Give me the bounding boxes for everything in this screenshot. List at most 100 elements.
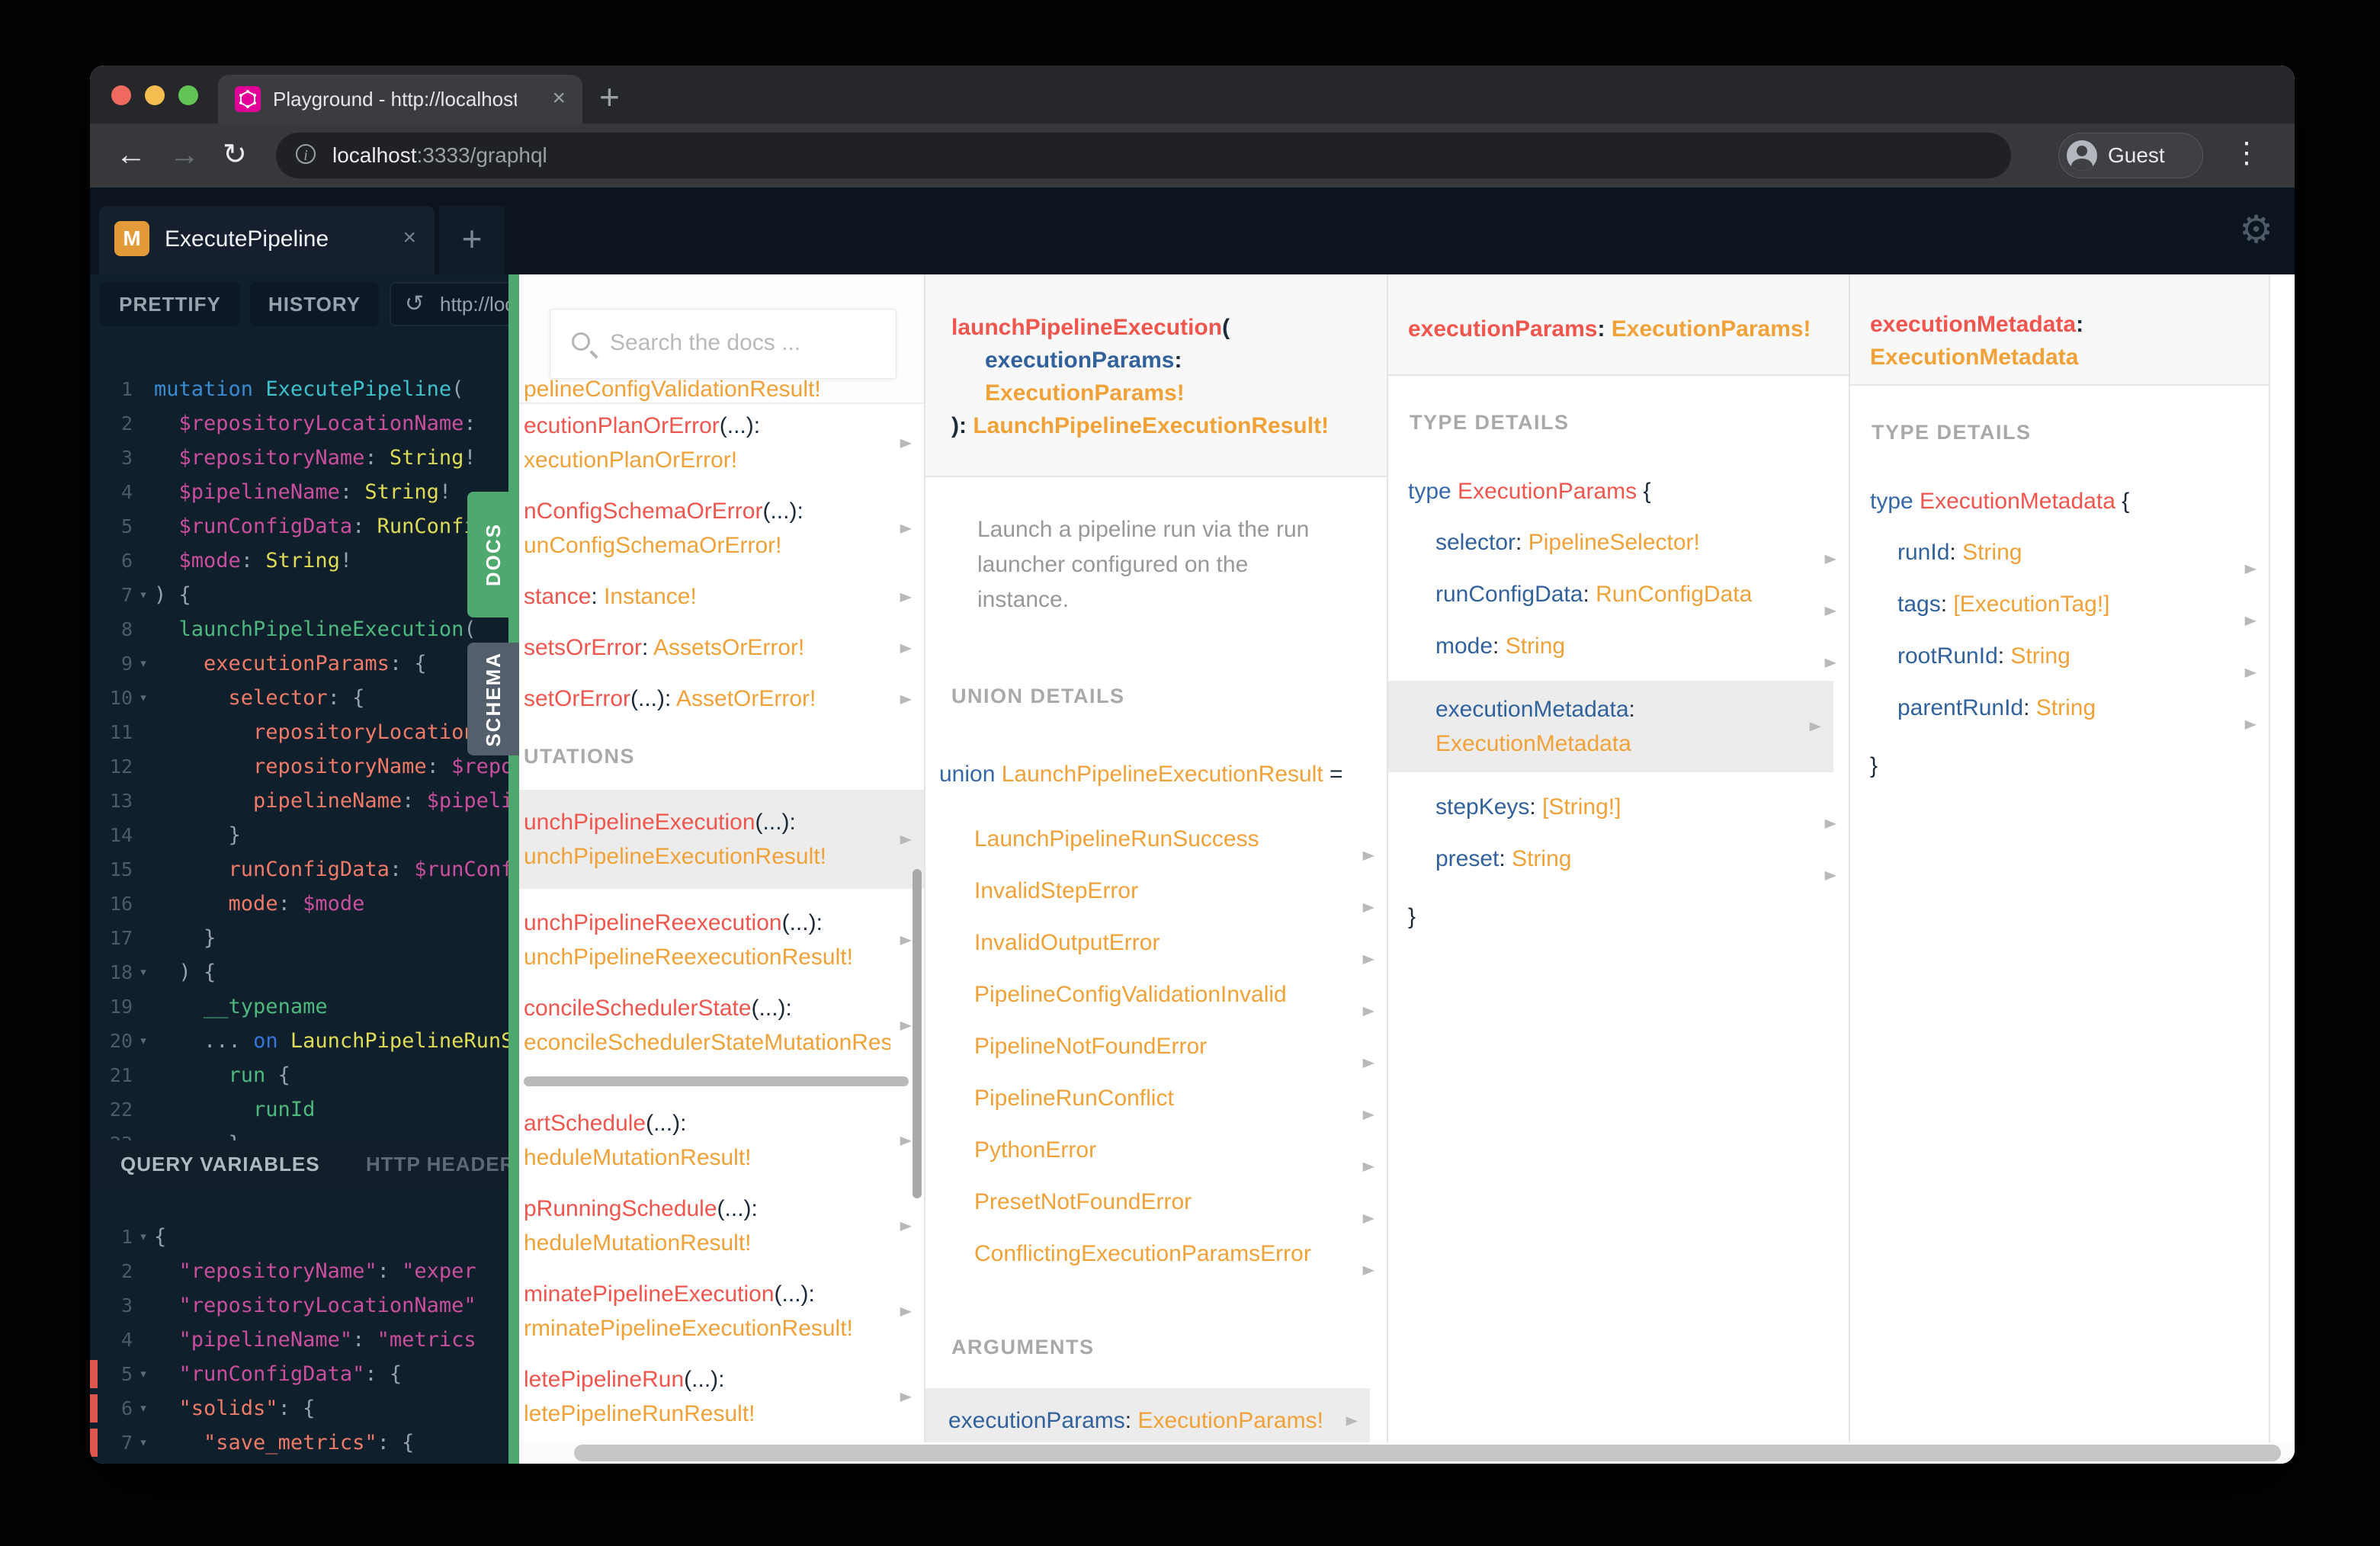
doc-item[interactable]: nConfigSchemaOrError(...): unConfigSchema… (524, 494, 924, 563)
fold-caret-icon[interactable]: ▾ (133, 681, 154, 715)
playground-tab-title: ExecutePipeline (165, 226, 329, 252)
doc-item[interactable]: concileSchedulerState(...): econcileSched… (524, 991, 924, 1060)
prettify-button[interactable]: PRETTIFY (100, 282, 240, 326)
union-member[interactable]: LaunchPipelineRunSuccess ▶ (925, 822, 1387, 874)
playground-tab-close-icon[interactable]: × (403, 225, 416, 251)
back-button[interactable]: ← (116, 137, 146, 172)
doc-item[interactable]: minatePipelineExecution(...): rminatePipe… (524, 1277, 924, 1346)
search-icon (572, 332, 590, 351)
profile-button[interactable]: Guest (2058, 133, 2203, 178)
type-field[interactable]: mode: String ▶ (1388, 629, 1849, 681)
doc-item-partial[interactable]: pelineConfigValidationResult! (524, 372, 821, 406)
browser-menu-icon[interactable]: ⋮ (2232, 136, 2261, 170)
editor-line: 7 ▾ "save_metrics": { (90, 1426, 508, 1460)
doc-item[interactable]: unchPipelineReexecution(...): unchPipelin… (524, 906, 924, 974)
doc-item[interactable]: setOrError(...): AssetOrError! ▶ (524, 682, 924, 716)
doc-item[interactable]: ecutionPlanOrError(...): xecutionPlanOrEr… (524, 409, 924, 477)
chevron-right-icon: ▶ (2244, 717, 2257, 731)
type-field[interactable]: stepKeys: [String!] ▶ (1388, 790, 1849, 842)
fold-caret-icon[interactable]: ▾ (133, 578, 154, 612)
minimize-window-button[interactable] (145, 85, 165, 105)
type-field[interactable]: runId: String ▶ (1850, 535, 2269, 587)
editor-line: 3 "repositoryLocationName" (90, 1288, 508, 1323)
union-member[interactable]: PipelineNotFoundError ▶ (925, 1029, 1387, 1081)
tab-http-headers[interactable]: HTTP HEADERS (366, 1153, 508, 1176)
endpoint-input[interactable]: ↺ http://loc (390, 282, 508, 326)
type-field[interactable]: tags: [ExecutionTag!] ▶ (1850, 587, 2269, 639)
address-bar[interactable]: i localhost:3333/graphql (276, 133, 2011, 178)
doc-item[interactable]: letePipelineRun(...): letePipelineRunResu… (524, 1362, 924, 1431)
editor-line: 9 ▾ executionParams: { (90, 646, 508, 681)
fold-caret-icon[interactable]: ▾ (133, 1024, 154, 1058)
editor-line: 15 runConfigData: $runConfigData (90, 852, 508, 887)
query-variables-editor[interactable]: 1 ▾{2 "repositoryName": "exper 3 "reposito… (90, 1220, 508, 1460)
type-field[interactable]: parentRunId: String ▶ (1850, 691, 2269, 743)
editor-line: 2 "repositoryName": "exper (90, 1254, 508, 1288)
doc-item[interactable]: pRunningSchedule(...): heduleMutationResu… (524, 1192, 924, 1260)
maximize-window-button[interactable] (178, 85, 198, 105)
close-window-button[interactable] (111, 85, 131, 105)
vertical-scrollbar[interactable] (913, 869, 922, 1198)
union-member-list: LaunchPipelineRunSuccess ▶ InvalidStepErro… (925, 822, 1387, 1288)
closing-brace: } (1408, 904, 1416, 929)
editor-line: 2 $repositoryLocationName: (90, 406, 508, 441)
type-field[interactable]: selector: PipelineSelector! ▶ (1388, 525, 1849, 577)
code-text: "repositoryName": "exper (178, 1259, 476, 1283)
code-text: ) { (154, 583, 191, 607)
browser-tab[interactable]: Playground - http://localhost:3 × (218, 75, 582, 123)
fold-caret-icon[interactable]: ▾ (133, 646, 154, 681)
union-member[interactable]: PipelineConfigValidationInvalid ▶ (925, 977, 1387, 1029)
error-marker-icon (90, 1394, 98, 1423)
history-button[interactable]: HISTORY (250, 282, 379, 326)
playground-header: M ExecutePipeline × + ⚙ (90, 188, 2295, 274)
site-info-icon[interactable]: i (296, 144, 316, 164)
union-member[interactable]: PresetNotFoundError ▶ (925, 1185, 1387, 1236)
chevron-right-icon: ▶ (1809, 719, 1821, 733)
chevron-right-icon: ▶ (900, 1134, 912, 1148)
horizontal-scrollbar[interactable] (524, 1076, 909, 1086)
type-field-selected[interactable]: executionMetadata: ExecutionMetadata ▶ (1388, 681, 1833, 772)
type-field-list: runId: String ▶ tags: [ExecutionTag!] ▶ root… (1850, 535, 2269, 743)
union-member[interactable]: InvalidStepError ▶ (925, 874, 1387, 925)
playground-new-tab-button[interactable]: + (439, 206, 505, 274)
editor-line: 17 } (90, 921, 508, 955)
docs-search-box[interactable] (550, 309, 897, 379)
fold-caret-icon[interactable]: ▾ (133, 1357, 154, 1391)
line-number: 1 (120, 378, 133, 400)
chevron-right-icon: ▶ (900, 436, 912, 451)
union-member[interactable]: ConflictingExecutionParamsError ▶ (925, 1236, 1387, 1288)
fold-caret-icon[interactable]: ▾ (133, 955, 154, 990)
tab-close-icon[interactable]: × (552, 85, 566, 111)
chevron-right-icon: ▶ (900, 1018, 912, 1033)
editor-line: 6 ▾ "solids": { (90, 1391, 508, 1426)
query-editor[interactable]: 1 mutation ExecutePipeline(2 $repositoryL… (90, 372, 508, 1161)
chevron-right-icon: ▶ (1362, 848, 1374, 862)
settings-gear-icon[interactable]: ⚙ (2239, 207, 2273, 252)
docs-field-list: ecutionPlanOrError(...): xecutionPlanOrEr… (519, 404, 924, 1464)
horizontal-scrollbar[interactable] (574, 1445, 2281, 1461)
type-field[interactable]: rootRunId: String ▶ (1850, 639, 2269, 691)
fold-caret-icon[interactable]: ▾ (133, 1391, 154, 1426)
union-member[interactable]: PythonError ▶ (925, 1133, 1387, 1185)
doc-item[interactable]: unchPipelineExecution(...): unchPipelineE… (519, 790, 924, 889)
code-text: $mode: String! (178, 549, 353, 573)
new-tab-button[interactable]: + (599, 76, 620, 117)
forward-button[interactable]: → (169, 137, 200, 172)
type-field[interactable]: preset: String ▶ (1388, 842, 1849, 893)
fold-caret-icon[interactable]: ▾ (133, 1426, 154, 1460)
fold-caret-icon[interactable]: ▾ (133, 1220, 154, 1254)
field-header: launchPipelineExecution(executionParams:… (925, 274, 1387, 477)
doc-item[interactable]: artSchedule(...): heduleMutationResult! ▶ (524, 1106, 924, 1175)
code-text: ) { (178, 961, 217, 984)
tab-schema[interactable]: SCHEMA (467, 643, 519, 755)
reload-button[interactable]: ↻ (223, 137, 247, 172)
union-member[interactable]: InvalidOutputError ▶ (925, 925, 1387, 977)
tab-docs[interactable]: DOCS (467, 492, 519, 617)
tab-query-variables[interactable]: QUERY VARIABLES (120, 1153, 320, 1176)
playground-tab[interactable]: M ExecutePipeline × (99, 206, 435, 274)
union-member[interactable]: PipelineRunConflict ▶ (925, 1081, 1387, 1133)
docs-search-input[interactable] (608, 310, 851, 377)
doc-item[interactable]: stance: Instance! ▶ (524, 579, 924, 614)
type-field[interactable]: runConfigData: RunConfigData ▶ (1388, 577, 1849, 629)
doc-item[interactable]: setsOrError: AssetsOrError! ▶ (524, 630, 924, 665)
